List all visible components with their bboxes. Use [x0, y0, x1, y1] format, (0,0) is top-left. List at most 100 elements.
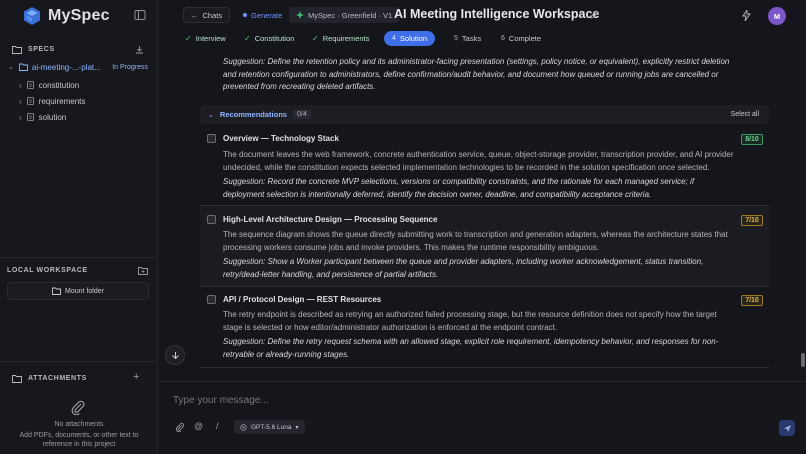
scroll-to-bottom-button[interactable]: [165, 345, 185, 365]
lightning-icon[interactable]: [742, 10, 751, 21]
tab-complete[interactable]: 6 Complete: [501, 31, 541, 46]
tab-label: Requirements: [322, 34, 370, 43]
recommendation-desc-line2: stage is selected or how editor/administ…: [223, 322, 557, 332]
tree-item-solution[interactable]: › solution: [0, 109, 158, 125]
attachments-heading-label: ATTACHMENTS: [28, 375, 87, 382]
avatar[interactable]: M: [768, 7, 786, 25]
tree-item-project[interactable]: ⌄ ai-meeting-...-plat... In Progress: [0, 59, 158, 75]
send-icon: [783, 424, 792, 433]
project-folder-icon: [18, 63, 28, 71]
review-content: Suggestion: Define the retention policy …: [158, 47, 798, 370]
file-icon: [26, 81, 34, 89]
selected-count: 0/4: [292, 110, 311, 119]
generate-button[interactable]: Generate: [236, 7, 289, 23]
recommendation-title: API / Protocol Design — REST Resources: [223, 295, 382, 304]
chevron-right-icon: ›: [19, 112, 22, 122]
project-chip-label: MySpec · Greenfield · V1: [308, 10, 393, 20]
dot-icon: [243, 13, 247, 17]
recommendation-card: Overview — Technology Stack 8/10 The doc…: [200, 125, 769, 206]
recommendation-desc-line1: The document leaves the web framework, c…: [223, 150, 734, 159]
paperclip-icon: [70, 399, 86, 415]
no-attachments-text: No attachments: [54, 421, 104, 428]
recommendations-header[interactable]: ⌄ Recommendations 0/4 Select all: [200, 105, 769, 124]
tab-number: 6: [501, 35, 505, 42]
score-badge: 7/10: [741, 215, 763, 226]
tree-item-constitution[interactable]: › constitution: [0, 77, 158, 93]
send-button[interactable]: [779, 420, 795, 436]
message-input[interactable]: [173, 395, 673, 406]
attachments-hint-line2: reference in this project: [42, 441, 116, 448]
sidebar-collapse-icon[interactable]: [134, 9, 146, 21]
mount-folder-button[interactable]: Mount folder: [7, 282, 149, 300]
tab-tasks[interactable]: 5 Tasks: [454, 31, 481, 46]
recommendation-checkbox[interactable]: [207, 215, 216, 224]
step-tabs: ✓ Interview ✓ Constitution ✓ Requirement…: [158, 30, 806, 47]
recommendation-title: Overview — Technology Stack: [223, 134, 339, 143]
recommendation-title: High-Level Architecture Design — Process…: [223, 215, 438, 224]
recommendation-desc-line1: The sequence diagram shows the queue dir…: [223, 230, 728, 239]
divider: [0, 257, 158, 258]
attachments-heading: ATTACHMENTS: [12, 374, 87, 383]
chats-label: Chats: [202, 10, 223, 20]
recommendations-title: Recommendations: [219, 110, 287, 119]
recommendation-card: High-Level Architecture Design — Process…: [200, 207, 769, 287]
model-name: GPT-5.6 Luna: [251, 423, 292, 431]
generate-label: Generate: [251, 10, 283, 20]
prev-suggestion-line2: and retention configuration to administr…: [223, 69, 719, 79]
tab-label: Solution: [399, 34, 428, 43]
model-selector[interactable]: GPT-5.6 Luna ▾: [234, 420, 305, 434]
folder-icon: [12, 374, 22, 383]
check-icon: ✓: [312, 34, 319, 43]
check-icon: ✓: [185, 34, 192, 43]
attach-icon[interactable]: [175, 422, 185, 432]
select-all-button[interactable]: Select all: [731, 111, 759, 118]
recommendation-checkbox[interactable]: [207, 134, 216, 143]
sidebar: MySpec SPECS ⌄ ai-meeting-...-plat... In…: [0, 0, 158, 454]
local-workspace-label: LOCAL WORKSPACE: [7, 267, 88, 274]
tab-label: Constitution: [254, 34, 295, 43]
score-badge: 7/10: [741, 295, 763, 306]
recommendation-suggestion-line2: deployment selection is intentionally de…: [223, 189, 652, 199]
tab-label: Tasks: [461, 34, 482, 43]
recommendation-card: API / Protocol Design — REST Resources 7…: [200, 288, 769, 368]
tab-label: Interview: [195, 34, 226, 43]
recommendation-desc-line2: processing workers consume jobs and invo…: [223, 242, 600, 252]
page-title: AI Meeting Intelligence Workspace: [394, 7, 600, 21]
model-icon: [240, 423, 247, 431]
top-bar: ← Chats Generate MySpec · Greenfield · V…: [158, 0, 806, 30]
tab-requirements[interactable]: ✓ Requirements: [312, 31, 369, 46]
tree-item-label: requirements: [38, 96, 86, 106]
recommendation-suggestion-line1: Suggestion: Record the concrete MVP sele…: [223, 177, 695, 186]
folder-icon: [12, 45, 22, 54]
project-chip[interactable]: MySpec · Greenfield · V1: [289, 7, 400, 23]
specs-heading-label: SPECS: [28, 46, 55, 53]
chevron-down-icon: ▾: [295, 424, 299, 431]
scrollbar-thumb[interactable]: [801, 353, 805, 367]
chevron-right-icon: ›: [19, 96, 22, 106]
tree-item-requirements[interactable]: › requirements: [0, 93, 158, 109]
recommendation-suggestion-line1: Suggestion: Define the retry request sch…: [223, 337, 719, 346]
add-attachment-icon[interactable]: +: [133, 371, 139, 383]
edit-pencil-icon[interactable]: [590, 10, 599, 19]
tree-item-label: solution: [38, 112, 67, 122]
tab-number: 5: [454, 35, 458, 42]
recommendation-desc-line2: undecided, while the constitution expect…: [223, 162, 710, 172]
tab-solution[interactable]: 4 Solution: [384, 31, 436, 46]
download-icon[interactable]: [135, 45, 144, 54]
attachments-hint-line1: Add PDFs, documents, or other text to: [19, 432, 139, 439]
tab-interview[interactable]: ✓ Interview: [185, 31, 226, 46]
recommendation-suggestion-line1: Suggestion: Show a Worker participant be…: [223, 257, 704, 266]
app-logo[interactable]: MySpec: [22, 6, 110, 26]
new-folder-icon[interactable]: [138, 266, 148, 275]
mention-icon[interactable]: @: [194, 421, 203, 431]
tab-number: 4: [392, 35, 396, 42]
tab-constitution[interactable]: ✓ Constitution: [244, 31, 294, 46]
project-name: ai-meeting-...-plat...: [31, 62, 101, 72]
recommendation-suggestion-line2: retryable or already-running stages.: [223, 349, 350, 359]
back-to-chats-button[interactable]: ← Chats: [183, 7, 231, 23]
slash-command-icon[interactable]: /: [216, 421, 219, 431]
tab-label: Complete: [508, 34, 542, 43]
recommendation-checkbox[interactable]: [207, 295, 216, 304]
chevron-down-icon: ⌄: [208, 111, 214, 119]
recommendation-suggestion-line2: retry/dead-letter handling, and persiste…: [223, 269, 439, 279]
